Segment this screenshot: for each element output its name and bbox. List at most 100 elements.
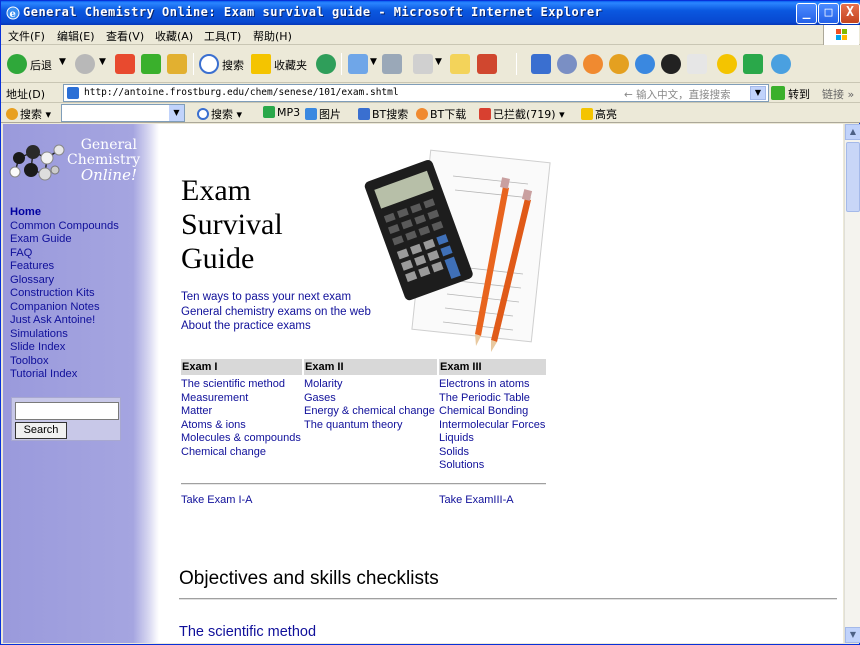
address-url[interactable]: http://antoine.frostburg.edu/chem/senese… (84, 87, 399, 98)
penguin-icon[interactable] (661, 54, 681, 74)
v-plugin-icon[interactable] (531, 54, 551, 74)
mail-icon[interactable] (348, 54, 368, 74)
topic-link[interactable]: The quantum theory (304, 419, 435, 433)
sidebar-item-faq[interactable]: FAQ (10, 247, 119, 261)
menu-file[interactable]: 文件(F) (8, 28, 45, 44)
topic-link[interactable]: Solutions (439, 459, 545, 473)
search-icon[interactable] (199, 54, 219, 74)
topic-link[interactable]: Liquids (439, 432, 545, 446)
globe-icon[interactable] (635, 54, 655, 74)
messenger-icon[interactable] (477, 54, 497, 74)
address-dropdown-icon[interactable]: ▼ (750, 86, 766, 100)
topic-link[interactable]: Gases (304, 392, 435, 406)
popup-blocker-button[interactable]: 已拦截(719) ▾ (479, 106, 565, 122)
highlight-label: 高亮 (595, 108, 617, 121)
topic-link[interactable]: Molarity (304, 378, 435, 392)
sidebar-item-exam-guide[interactable]: Exam Guide (10, 233, 119, 247)
moneybag-icon[interactable] (609, 54, 629, 74)
scroll-up-arrow-icon[interactable]: ▲ (845, 124, 860, 140)
link-about-practice-exams[interactable]: About the practice exams (181, 319, 371, 334)
menu-edit[interactable]: 编辑(E) (57, 28, 95, 44)
forward-arrow-icon[interactable] (75, 54, 95, 74)
toolbar-search-dropdown-icon[interactable]: ▼ (169, 105, 184, 121)
search-button[interactable]: 搜索 (222, 57, 244, 73)
folder-icon[interactable] (450, 54, 470, 74)
topic-link[interactable]: Molecules & compounds (181, 432, 301, 446)
link-exams-on-web[interactable]: General chemistry exams on the web (181, 305, 371, 320)
sidebar-item-slide-index[interactable]: Slide Index (10, 341, 119, 355)
topic-link[interactable]: The Periodic Table (439, 392, 545, 406)
people-icon[interactable] (771, 54, 791, 74)
stop-icon[interactable] (115, 54, 135, 74)
edit-dropdown-icon[interactable]: ▼ (435, 57, 442, 67)
sidebar-item-glossary[interactable]: Glossary (10, 274, 119, 288)
back-button[interactable]: 后退 (30, 57, 52, 73)
history-icon[interactable] (316, 54, 336, 74)
edit-icon[interactable] (413, 54, 433, 74)
images-button[interactable]: 图片 (305, 106, 341, 122)
vertical-scrollbar[interactable]: ▲ ▼ (844, 124, 860, 643)
topic-link[interactable]: Chemical change (181, 446, 301, 460)
menu-view[interactable]: 查看(V) (106, 28, 144, 44)
topic-link[interactable]: Atoms & ions (181, 419, 301, 433)
music-note-icon (263, 106, 275, 118)
links-button[interactable]: 链接 » (822, 86, 854, 102)
toolbar-search-input[interactable]: ▼ (61, 104, 185, 122)
highlight-button[interactable]: 高亮 (581, 106, 617, 122)
topic-link[interactable]: Matter (181, 405, 301, 419)
emoji-icon[interactable] (717, 54, 737, 74)
back-arrow-icon[interactable] (7, 54, 27, 74)
scroll-down-arrow-icon[interactable]: ▼ (845, 627, 860, 643)
favorites-button[interactable]: 收藏夹 (274, 57, 307, 73)
cart-icon[interactable] (743, 54, 763, 74)
topic-link[interactable]: The scientific method (181, 378, 301, 392)
topic-link[interactable]: Electrons in atoms (439, 378, 545, 392)
close-button[interactable]: X (840, 3, 860, 24)
ebay-icon[interactable] (687, 54, 707, 74)
topic-link[interactable]: Solids (439, 446, 545, 460)
sidebar-item-home[interactable]: Home (10, 206, 119, 220)
take-exam-3-link[interactable]: Take ExamIII-A (439, 494, 514, 506)
gear-plugin-icon[interactable] (557, 54, 577, 74)
sidebar-item-companion-notes[interactable]: Companion Notes (10, 301, 119, 315)
sidebar-item-just-ask-antoine[interactable]: Just Ask Antoine! (10, 314, 119, 328)
minimize-button[interactable]: _ (796, 3, 817, 24)
menu-favorites[interactable]: 收藏(A) (155, 28, 193, 44)
sidebar-item-common-compounds[interactable]: Common Compounds (10, 220, 119, 234)
take-exam-1-link[interactable]: Take Exam I-A (181, 494, 253, 506)
site-search-button[interactable]: Search (15, 422, 67, 439)
topic-link[interactable]: Energy & chemical change (304, 405, 435, 419)
home-icon[interactable] (167, 54, 187, 74)
sidebar-item-construction-kits[interactable]: Construction Kits (10, 287, 119, 301)
smiley-plugin-icon[interactable] (583, 54, 603, 74)
sidebar-item-simulations[interactable]: Simulations (10, 328, 119, 342)
mail-dropdown-icon[interactable]: ▼ (370, 57, 377, 67)
sidebar-item-features[interactable]: Features (10, 260, 119, 274)
forward-dropdown-icon[interactable]: ▼ (99, 57, 106, 67)
topic-link[interactable]: Intermolecular Forces (439, 419, 545, 433)
print-icon[interactable] (382, 54, 402, 74)
menu-help[interactable]: 帮助(H) (253, 28, 292, 44)
mp3-button[interactable]: MP3 (263, 106, 300, 119)
go-button[interactable]: 转到 (771, 84, 815, 102)
link-ten-ways[interactable]: Ten ways to pass your next exam (181, 290, 371, 305)
bt-search-button[interactable]: BT搜索 (358, 106, 408, 122)
site-logo[interactable]: General Chemistry Online! (9, 134, 140, 190)
back-dropdown-icon[interactable]: ▼ (59, 57, 66, 67)
refresh-icon[interactable] (141, 54, 161, 74)
topic-link[interactable]: Measurement (181, 392, 301, 406)
favorites-star-icon[interactable] (251, 54, 271, 74)
scroll-thumb[interactable] (846, 142, 860, 212)
sidebar-item-tutorial-index[interactable]: Tutorial Index (10, 368, 119, 382)
topic-link[interactable]: Chemical Bonding (439, 405, 545, 419)
address-input[interactable]: http://antoine.frostburg.edu/chem/senese… (63, 84, 769, 102)
maximize-button[interactable]: □ (818, 3, 839, 24)
sidebar-item-toolbox[interactable]: Toolbox (10, 355, 119, 369)
bt-download-button[interactable]: BT下载 (416, 106, 466, 122)
toolbar-search-button[interactable]: 搜索 ▾ (197, 106, 242, 122)
bt-download-label: BT下载 (430, 108, 467, 121)
menu-tools[interactable]: 工具(T) (204, 28, 241, 44)
toolbar-search-menu[interactable]: 搜索 ▾ (6, 106, 51, 122)
scientific-method-heading[interactable]: The scientific method (179, 624, 316, 640)
site-search-input[interactable] (15, 402, 119, 420)
